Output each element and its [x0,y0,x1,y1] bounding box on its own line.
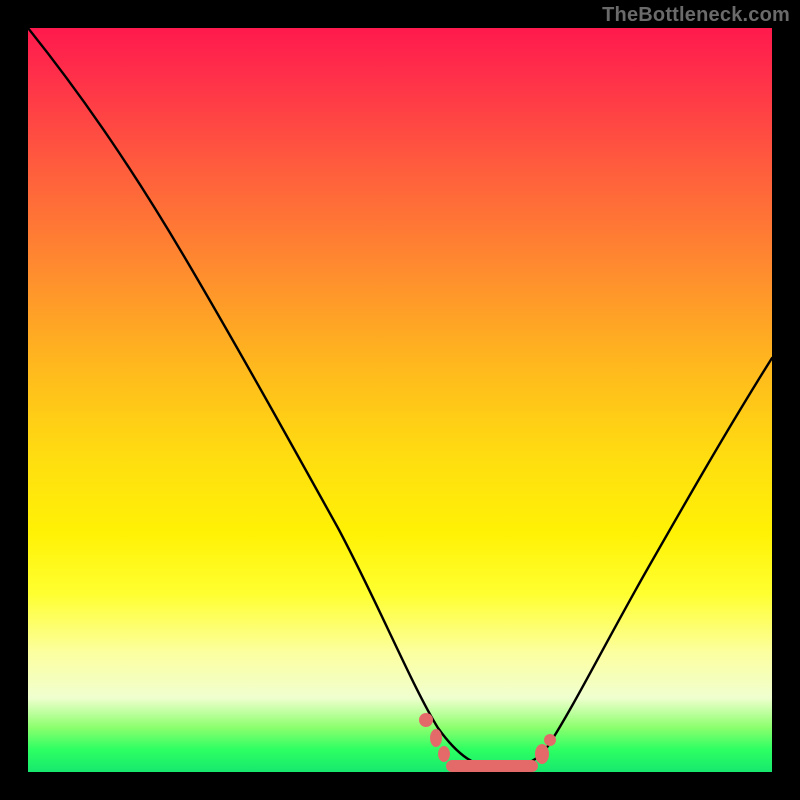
marker-dot [535,744,549,764]
optimal-range-markers [419,713,556,772]
marker-dot [419,713,433,727]
plot-area [28,28,772,772]
marker-dot [438,746,450,762]
marker-bar [446,760,538,772]
watermark-text: TheBottleneck.com [602,4,790,27]
bottleneck-curve [28,28,772,768]
chart-svg [28,28,772,772]
marker-dot [430,729,442,747]
chart-frame: TheBottleneck.com [0,0,800,800]
marker-dot [544,734,556,746]
